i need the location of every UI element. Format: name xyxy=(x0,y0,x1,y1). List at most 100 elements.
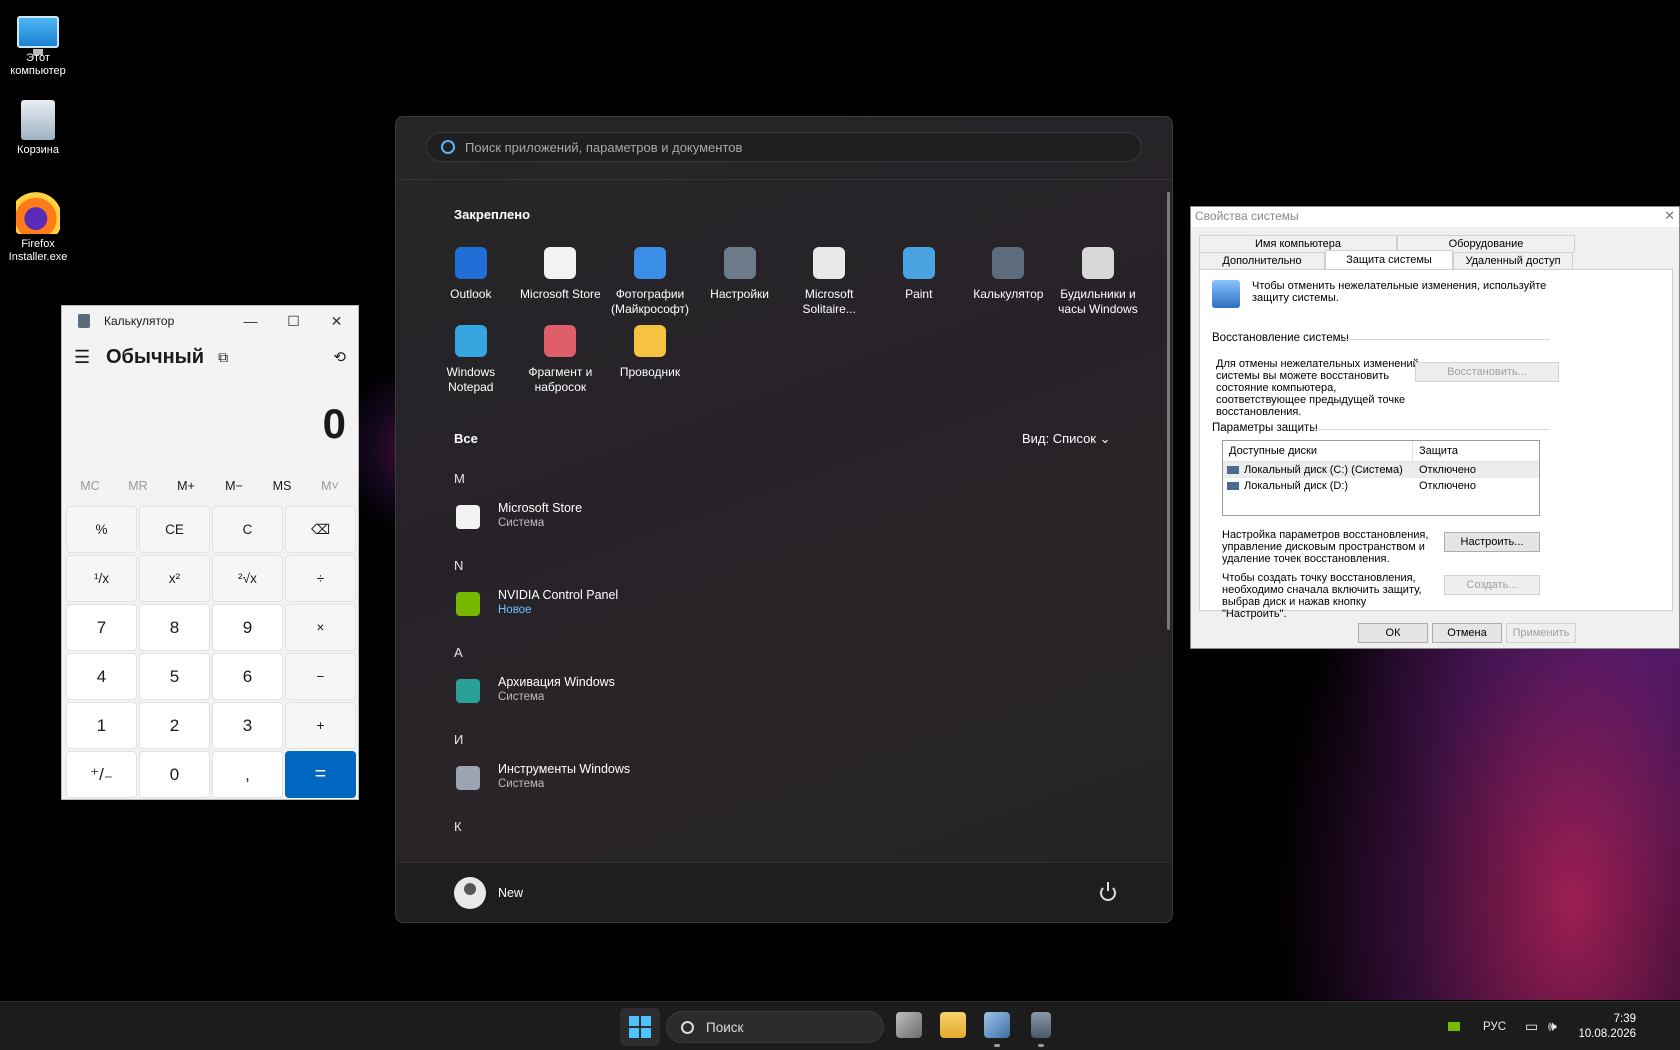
chevron-down-icon: ⌄ xyxy=(1099,431,1111,446)
desktop-icon-recycle-bin[interactable]: Корзина xyxy=(2,100,74,157)
start-search-input[interactable]: Поиск приложений, параметров и документо… xyxy=(426,132,1142,162)
volume-icon[interactable]: 🕪 xyxy=(1548,1002,1557,1050)
pinned-app[interactable]: Windows Notepad xyxy=(426,325,516,403)
calc-key[interactable]: x² xyxy=(139,555,210,602)
calc-key[interactable]: 0 xyxy=(139,751,210,798)
memory-list-button[interactable]: M˅ xyxy=(306,479,354,493)
list-item[interactable]: Архивация Windows Система xyxy=(454,675,1134,733)
app-subtitle: Новое xyxy=(498,604,532,616)
file-explorer-icon[interactable] xyxy=(940,1012,966,1038)
apply-button[interactable]: Применить xyxy=(1506,623,1576,643)
windows-tools-icon xyxy=(456,766,480,790)
photos-icon xyxy=(633,247,666,279)
restore-button[interactable]: Восстановить... xyxy=(1415,362,1559,382)
calc-key[interactable]: ²√x xyxy=(212,555,283,602)
calc-key[interactable]: − xyxy=(285,653,356,700)
calc-key[interactable]: % xyxy=(66,506,137,553)
tab-remote[interactable]: Удаленный доступ xyxy=(1453,252,1573,269)
pinned-app[interactable]: Фрагмент и набросок xyxy=(516,325,606,403)
calc-key[interactable]: ¹/x xyxy=(66,555,137,602)
calc-key[interactable]: = xyxy=(285,751,356,798)
calc-key[interactable]: C xyxy=(212,506,283,553)
task-view-icon[interactable] xyxy=(896,1012,922,1038)
language-indicator[interactable]: РУС xyxy=(1483,1002,1506,1050)
tab-system-protection[interactable]: Защита системы xyxy=(1325,250,1453,269)
pinned-app[interactable]: Будильники и часы Windows xyxy=(1053,247,1143,325)
nvidia-tray-icon[interactable] xyxy=(1448,1002,1460,1050)
taskbar-search[interactable]: Поиск xyxy=(666,1011,884,1043)
calc-key[interactable]: 4 xyxy=(66,653,137,700)
calc-key[interactable]: 3 xyxy=(212,702,283,749)
user-avatar[interactable] xyxy=(454,876,486,909)
table-row[interactable]: Локальный диск (C:) (Система) Отключено xyxy=(1223,462,1539,478)
letter-header[interactable]: К xyxy=(454,820,1134,849)
pinned-app[interactable]: Калькулятор xyxy=(964,247,1054,325)
calc-key[interactable]: 6 xyxy=(212,653,283,700)
memory-store-button[interactable]: MS xyxy=(258,479,306,493)
memory-subtract-button[interactable]: M− xyxy=(210,479,258,493)
pinned-app[interactable]: Paint xyxy=(874,247,964,325)
ok-button[interactable]: ОК xyxy=(1358,623,1428,643)
calc-key[interactable]: ⌫ xyxy=(285,506,356,553)
memory-clear-button[interactable]: MC xyxy=(66,479,114,493)
list-item[interactable]: NVIDIA Control Panel Новое xyxy=(454,588,1134,646)
calc-key[interactable]: + xyxy=(285,702,356,749)
table-row[interactable]: Локальный диск (D:) Отключено xyxy=(1223,478,1539,494)
minimize-button[interactable]: — xyxy=(229,313,272,330)
pinned-section-title: Закреплено xyxy=(454,207,531,222)
letter-header[interactable]: A xyxy=(454,646,1134,675)
memory-recall-button[interactable]: MR xyxy=(114,479,162,493)
column-header[interactable]: Защита xyxy=(1413,441,1458,461)
letter-header[interactable]: M xyxy=(454,472,1134,501)
close-icon[interactable]: ✕ xyxy=(1664,208,1675,224)
calc-key[interactable]: 8 xyxy=(139,604,210,651)
create-button[interactable]: Создать... xyxy=(1444,575,1540,595)
system-properties-taskbar-icon[interactable] xyxy=(984,1012,1010,1038)
view-mode-dropdown[interactable]: Вид: Список ⌄ xyxy=(1022,431,1111,447)
memory-add-button[interactable]: M+ xyxy=(162,479,210,493)
column-header[interactable]: Доступные диски xyxy=(1223,441,1413,461)
calc-key[interactable]: , xyxy=(212,751,283,798)
calc-key[interactable]: 9 xyxy=(212,604,283,651)
pinned-app-label: набросок xyxy=(534,380,587,394)
calc-key[interactable]: ÷ xyxy=(285,555,356,602)
pinned-app[interactable]: Проводник xyxy=(605,325,695,403)
tab-advanced[interactable]: Дополнительно xyxy=(1199,252,1325,269)
desktop-icon-this-pc[interactable]: Этот компьютер xyxy=(2,8,74,78)
close-button[interactable]: ✕ xyxy=(315,313,358,330)
maximize-button[interactable]: ☐ xyxy=(272,313,315,330)
pinned-app[interactable]: Outlook xyxy=(426,247,516,325)
calc-key[interactable]: 1 xyxy=(66,702,137,749)
calc-key[interactable]: 2 xyxy=(139,702,210,749)
pinned-app-label: (Майкрософт) xyxy=(610,302,689,316)
letter-header[interactable]: И xyxy=(454,733,1134,762)
clock[interactable]: 7:39 10.08.2026 xyxy=(1578,1012,1636,1042)
start-button[interactable] xyxy=(620,1008,660,1046)
list-item[interactable]: Microsoft Store Система xyxy=(454,501,1134,559)
calc-key[interactable]: 7 xyxy=(66,604,137,651)
scrollbar[interactable] xyxy=(1167,192,1170,630)
network-icon[interactable]: ▭ xyxy=(1525,1002,1538,1050)
list-item[interactable]: Инструменты Windows Система xyxy=(454,762,1134,820)
power-icon[interactable] xyxy=(1100,881,1116,901)
user-name[interactable]: New xyxy=(498,886,523,900)
calculator-taskbar-icon[interactable] xyxy=(1031,1012,1051,1038)
calc-key[interactable]: CE xyxy=(139,506,210,553)
keep-on-top-icon[interactable]: ⧉ xyxy=(218,349,228,366)
pinned-app[interactable]: Microsoft Store xyxy=(516,247,606,325)
calculator-titlebar[interactable]: Калькулятор — ☐ ✕ xyxy=(62,306,358,336)
calc-key[interactable]: × xyxy=(285,604,356,651)
paint-icon xyxy=(902,247,935,279)
pinned-app[interactable]: Фотографии (Майкрософт) xyxy=(605,247,695,325)
hamburger-menu-icon[interactable]: ☰ xyxy=(74,347,104,368)
configure-button[interactable]: Настроить... xyxy=(1444,532,1540,552)
cancel-button[interactable]: Отмена xyxy=(1432,623,1502,643)
pinned-app[interactable]: Настройки xyxy=(695,247,785,325)
calc-key[interactable]: ⁺/₋ xyxy=(66,751,137,798)
calc-key[interactable]: 5 xyxy=(139,653,210,700)
desktop-icon-firefox-installer[interactable]: Firefox Installer.exe xyxy=(2,190,74,264)
letter-header[interactable]: N xyxy=(454,559,1134,588)
memory-row: MC MR M+ M− MS M˅ xyxy=(62,470,358,502)
history-icon[interactable]: ⟲ xyxy=(333,348,346,366)
pinned-app[interactable]: Microsoft Solitaire... xyxy=(784,247,874,325)
